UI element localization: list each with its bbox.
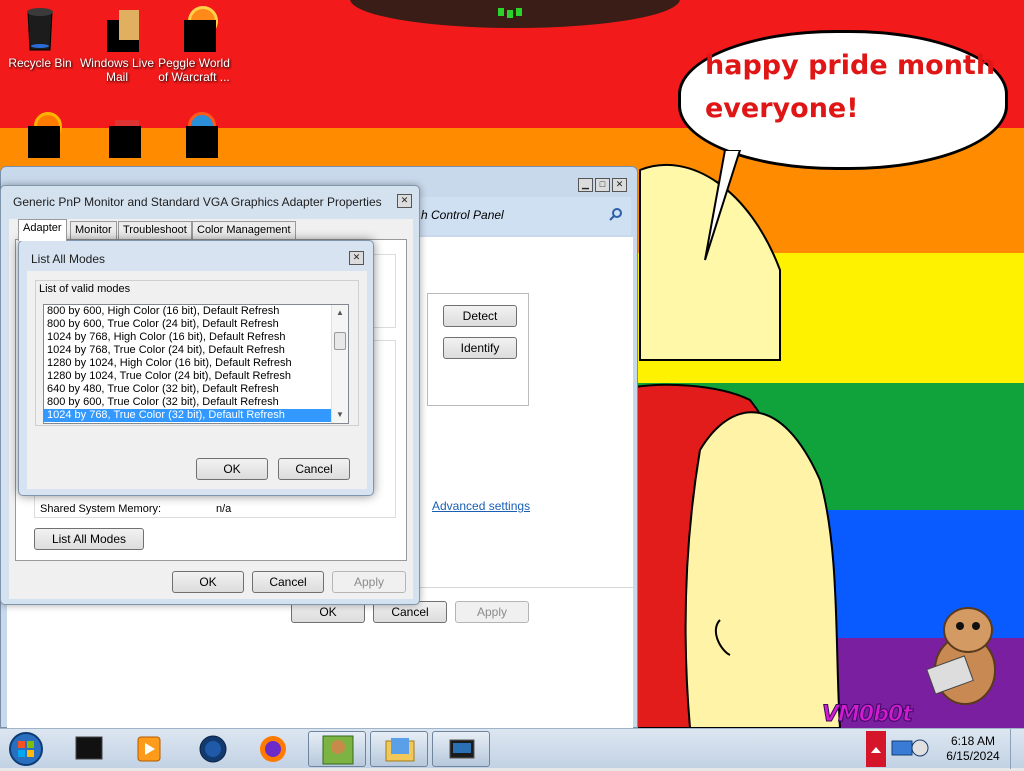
watermark-text: VM0b0t (822, 702, 914, 728)
desktop-icon-app-2[interactable] (154, 112, 234, 162)
shared-memory-label: Shared System Memory: (40, 503, 162, 515)
list-item[interactable]: 1024 by 768, True Color (32 bit), Defaul… (44, 409, 332, 422)
cancel-button[interactable]: Cancel (278, 458, 350, 480)
list-item[interactable]: 1024 by 768, High Color (16 bit), Defaul… (44, 331, 332, 344)
list-item[interactable]: 640 by 480, True Color (32 bit), Default… (44, 383, 332, 396)
vertical-scrollbar[interactable]: ▲ ▼ (331, 305, 348, 423)
tab-monitor[interactable]: Monitor (70, 221, 117, 240)
ok-button[interactable]: OK (172, 571, 244, 593)
taskbar-item-box-game[interactable] (308, 731, 366, 767)
list-item[interactable]: 1280 by 1024, High Color (16 bit), Defau… (44, 357, 332, 370)
minimize-button[interactable]: ▁ (578, 178, 593, 192)
desktop-icon-label: Windows Live Mail (79, 56, 155, 84)
valid-modes-label: List of valid modes (37, 283, 133, 295)
search-icon[interactable] (609, 207, 623, 221)
list-item[interactable]: 1280 by 1024, True Color (24 bit), Defau… (44, 370, 332, 383)
dialog-title: List All Modes (31, 252, 106, 266)
show-desktop-button[interactable] (1010, 729, 1024, 769)
app-icon (170, 112, 218, 160)
clock-time: 6:18 AM (950, 734, 996, 748)
maximize-button[interactable]: □ (595, 178, 610, 192)
taskbar-item-display-settings[interactable] (432, 731, 490, 767)
desktop-icon-peggle[interactable]: Peggle World of Warcraft ... (154, 6, 234, 84)
desktop-icon-label: Peggle World of Warcraft ... (158, 56, 230, 84)
tab-adapter[interactable]: Adapter (18, 219, 67, 241)
close-button[interactable]: ✕ (397, 194, 412, 208)
address-bar[interactable]: h Control Panel (411, 197, 631, 235)
list-item[interactable]: 800 by 600, High Color (16 bit), Default… (44, 305, 332, 318)
taskbar-clock[interactable]: 6:18 AM 6/15/2024 (940, 734, 1006, 764)
mail-icon (93, 6, 141, 54)
display-settings-icon (449, 739, 475, 759)
media-player-icon (137, 736, 161, 762)
notch-lights-icon (498, 8, 522, 18)
notification-area-arrow[interactable] (866, 731, 886, 767)
scroll-up-arrow-icon[interactable]: ▲ (336, 308, 344, 317)
dialog-title: Generic PnP Monitor and Standard VGA Gra… (13, 195, 382, 209)
scroll-down-arrow-icon[interactable]: ▼ (336, 410, 344, 419)
taskbar-item-firefox[interactable] (244, 731, 302, 767)
clock-date: 6/15/2024 (946, 749, 1000, 763)
speech-bubble-tail (704, 150, 742, 261)
tray-network-icon[interactable] (888, 733, 938, 765)
desktop-icon-label: Recycle Bin (8, 56, 72, 70)
taskbar-item-media-player[interactable] (120, 731, 178, 767)
desktop-icon-firefox[interactable] (0, 112, 80, 162)
speech-line-1: happy pride month (705, 50, 996, 81)
desktop-icon-app[interactable] (77, 112, 157, 162)
address-text: h Control Panel (421, 208, 504, 222)
taskbar-item-folder[interactable] (370, 731, 428, 767)
list-item[interactable]: 800 by 600, True Color (24 bit), Default… (44, 318, 332, 331)
firefox-icon (260, 736, 286, 762)
globe-icon (199, 735, 227, 763)
speech-line-2: everyone! (705, 93, 859, 124)
tab-color-management[interactable]: Color Management (192, 221, 296, 240)
shared-memory-value: n/a (216, 503, 232, 515)
recycle-bin-icon (16, 6, 64, 54)
scroll-thumb[interactable] (334, 332, 346, 350)
network-icon (891, 739, 929, 757)
list-item[interactable]: 1024 by 768, True Color (24 bit), Defaul… (44, 344, 332, 357)
ok-button[interactable]: OK (196, 458, 268, 480)
detect-button[interactable]: Detect (443, 305, 517, 327)
app-icon (93, 112, 141, 160)
tab-troubleshoot[interactable]: Troubleshoot (118, 221, 192, 240)
taskbar: 6:18 AM 6/15/2024 (0, 728, 1024, 769)
cancel-button[interactable]: Cancel (252, 571, 324, 593)
speech-bubble-text: happy pride month everyone! (705, 44, 1005, 130)
window-caption-buttons: ▁ □ ✕ (578, 178, 627, 192)
peggle-icon (170, 6, 218, 54)
taskbar-item-globe[interactable] (184, 731, 242, 767)
list-all-modes-dialog: List All Modes ✕ List of valid modes 800… (18, 240, 374, 496)
tray-arrow-icon (871, 747, 881, 753)
start-orb-icon (9, 732, 43, 766)
advanced-settings-link[interactable]: Advanced settings (432, 499, 530, 513)
hamster-icon (926, 607, 996, 705)
list-all-modes-button[interactable]: List All Modes (34, 528, 144, 550)
taskbar-item-terminal[interactable] (60, 731, 118, 767)
terminal-icon (75, 736, 103, 760)
modes-listbox[interactable]: 800 by 600, High Color (16 bit), Default… (43, 304, 349, 424)
modes-rows: 800 by 600, High Color (16 bit), Default… (44, 305, 348, 422)
identify-button[interactable]: Identify (443, 337, 517, 359)
dialog-content: List of valid modes 800 by 600, High Col… (27, 271, 367, 489)
apply-button[interactable]: Apply (332, 571, 406, 593)
desktop-icon-windows-live-mail[interactable]: Windows Live Mail (77, 6, 157, 84)
close-button[interactable]: ✕ (612, 178, 627, 192)
firefox-icon (16, 112, 64, 160)
list-item[interactable]: 800 by 600, True Color (32 bit), Default… (44, 396, 332, 409)
start-button[interactable] (4, 731, 48, 767)
desktop-icon-recycle-bin[interactable]: Recycle Bin (0, 6, 80, 70)
apply-button[interactable]: Apply (455, 601, 529, 623)
close-button[interactable]: ✕ (349, 251, 364, 265)
box-game-icon (322, 735, 354, 765)
folder-icon (385, 738, 415, 762)
